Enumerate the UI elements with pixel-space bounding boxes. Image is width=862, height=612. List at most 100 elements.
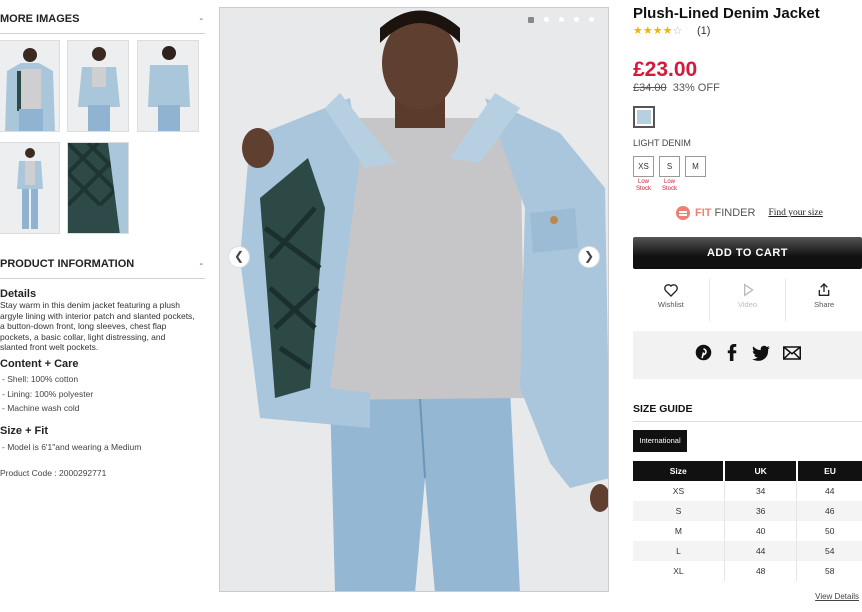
facebook-icon[interactable]: [725, 344, 739, 366]
product-code: Product Code : 2000292771: [0, 468, 107, 478]
find-your-size-link[interactable]: Find your size: [768, 208, 822, 218]
size-s-button[interactable]: S: [659, 156, 680, 177]
table-cell: XS: [633, 481, 725, 501]
carousel-dots: [528, 17, 594, 23]
star-icon: ★★★★: [633, 25, 673, 37]
thumbnail-3[interactable]: [137, 40, 199, 132]
carousel-dot[interactable]: [544, 17, 549, 22]
carousel-dot[interactable]: [574, 17, 579, 22]
email-icon[interactable]: [782, 345, 801, 365]
spec-lining: - Lining: 100% polyester: [2, 389, 94, 399]
share-icon: [818, 283, 830, 296]
size-guide-table: Size UK EU XS 34 44 S 36 46 M 40 50 L 44…: [633, 461, 862, 581]
spec-care: - Machine wash cold: [2, 403, 80, 413]
prev-image-button[interactable]: ❮: [228, 246, 250, 268]
pinterest-icon[interactable]: [695, 344, 712, 366]
table-cell: 36: [724, 501, 798, 521]
more-images-header[interactable]: MORE IMAGES -: [0, 12, 205, 34]
size-guide-header-row: Size UK EU: [633, 461, 862, 481]
table-cell: M: [633, 521, 725, 541]
table-cell: 48: [724, 561, 798, 581]
uk-header: UK: [724, 461, 798, 481]
details-line: Stay warm in this denim jacket featuring…: [0, 300, 181, 310]
details-line: a button-down front, long sleeves, chest…: [0, 321, 167, 331]
table-row: XS 34 44: [633, 481, 862, 501]
table-cell: 44: [824, 486, 835, 496]
international-tab[interactable]: International: [633, 430, 687, 452]
details-title: Details: [0, 288, 37, 300]
view-details-link[interactable]: View Details: [815, 592, 859, 601]
table-row: XL 48 58: [633, 561, 862, 581]
add-to-cart-button[interactable]: ADD TO CART: [633, 237, 862, 269]
main-product-image: ❮ ❯: [219, 7, 609, 592]
details-line: argyle lining with interior patch and sl…: [0, 310, 195, 321]
social-share-bar: [633, 331, 862, 379]
play-icon: [743, 283, 754, 297]
table-cell: L: [633, 541, 725, 561]
sale-price: £23.00: [633, 58, 698, 81]
table-cell: 50: [824, 526, 835, 536]
details-line: slanted front welt pockets.: [0, 342, 99, 352]
table-row: L 44 54: [633, 541, 862, 561]
carousel-dot[interactable]: [589, 17, 594, 22]
content-care-title: Content + Care: [0, 358, 79, 370]
collapse-icon[interactable]: -: [199, 257, 203, 271]
collapse-icon[interactable]: -: [199, 12, 203, 26]
table-cell: 46: [796, 501, 862, 521]
fit-finder-icon: [676, 206, 690, 220]
table-cell: XL: [633, 561, 725, 581]
share-button[interactable]: Share: [786, 279, 862, 321]
product-info-title: PRODUCT INFORMATION: [0, 258, 135, 270]
wishlist-button[interactable]: Wishlist: [633, 279, 710, 321]
fit-finder[interactable]: FIT FINDER Find your size: [676, 206, 823, 220]
thumbnail-1[interactable]: [0, 40, 60, 132]
wishlist-label: Wishlist: [657, 300, 684, 309]
star-empty-icon: ☆: [672, 25, 683, 37]
table-cell: 54: [796, 541, 862, 561]
thumbnail-5[interactable]: [67, 142, 129, 234]
carousel-dot[interactable]: [559, 17, 564, 22]
rating-stars[interactable]: ★★★★☆: [633, 24, 682, 37]
product-title: Plush-Lined Denim Jacket: [633, 5, 820, 22]
thumbnail-2[interactable]: [67, 40, 129, 132]
old-price: £34.00: [633, 82, 667, 94]
spec-model: - Model is 6'1"and wearing a Medium: [2, 442, 142, 452]
size-header: Size: [633, 461, 726, 481]
product-info-header[interactable]: PRODUCT INFORMATION -: [0, 257, 205, 279]
table-row: S 36 46: [633, 501, 862, 521]
heart-icon: [663, 284, 678, 297]
review-count[interactable]: (1): [697, 25, 710, 37]
eu-header: EU: [796, 461, 862, 481]
more-images-title: MORE IMAGES: [0, 13, 80, 25]
size-m-button[interactable]: M: [685, 156, 706, 177]
share-label: Share: [814, 300, 835, 309]
table-cell: 58: [824, 566, 835, 576]
model-photo: [220, 8, 608, 591]
next-image-button[interactable]: ❯: [578, 246, 600, 268]
video-label: Video: [737, 300, 758, 309]
table-cell: S: [633, 501, 725, 521]
action-row: Wishlist Video Share: [633, 279, 862, 321]
table-cell: 40: [724, 521, 798, 541]
video-button[interactable]: Video: [710, 279, 787, 321]
carousel-dot-active[interactable]: [528, 17, 534, 23]
old-price-row: £34.00 33% OFF: [633, 82, 720, 94]
table-cell: 34: [724, 481, 798, 501]
spec-shell: - Shell: 100% cotton: [2, 374, 79, 384]
thumbnail-4[interactable]: [0, 142, 60, 234]
size-fit-title: Size + Fit: [0, 425, 48, 437]
fit-finder-finder: FINDER: [714, 207, 756, 219]
discount-label: 33% OFF: [672, 82, 720, 94]
color-swatch-light-denim[interactable]: [633, 106, 655, 128]
low-stock-xs: Low Stock: [635, 179, 651, 192]
left-column: MORE IMAGES - PRODUCT INFORMATION - Deta…: [0, 0, 210, 612]
product-panel: Plush-Lined Denim Jacket ★★★★☆ (1) £23.0…: [633, 0, 862, 612]
size-guide-title: SIZE GUIDE: [633, 403, 693, 415]
twitter-icon[interactable]: [751, 345, 770, 366]
color-name: LIGHT DENIM: [633, 138, 691, 148]
low-stock-s: Low Stock: [661, 179, 677, 192]
fit-finder-fit: FIT: [695, 207, 712, 219]
size-xs-button[interactable]: XS: [633, 156, 654, 177]
table-cell: 44: [724, 541, 798, 561]
details-text: Stay warm in this denim jacket featuring…: [0, 300, 205, 353]
